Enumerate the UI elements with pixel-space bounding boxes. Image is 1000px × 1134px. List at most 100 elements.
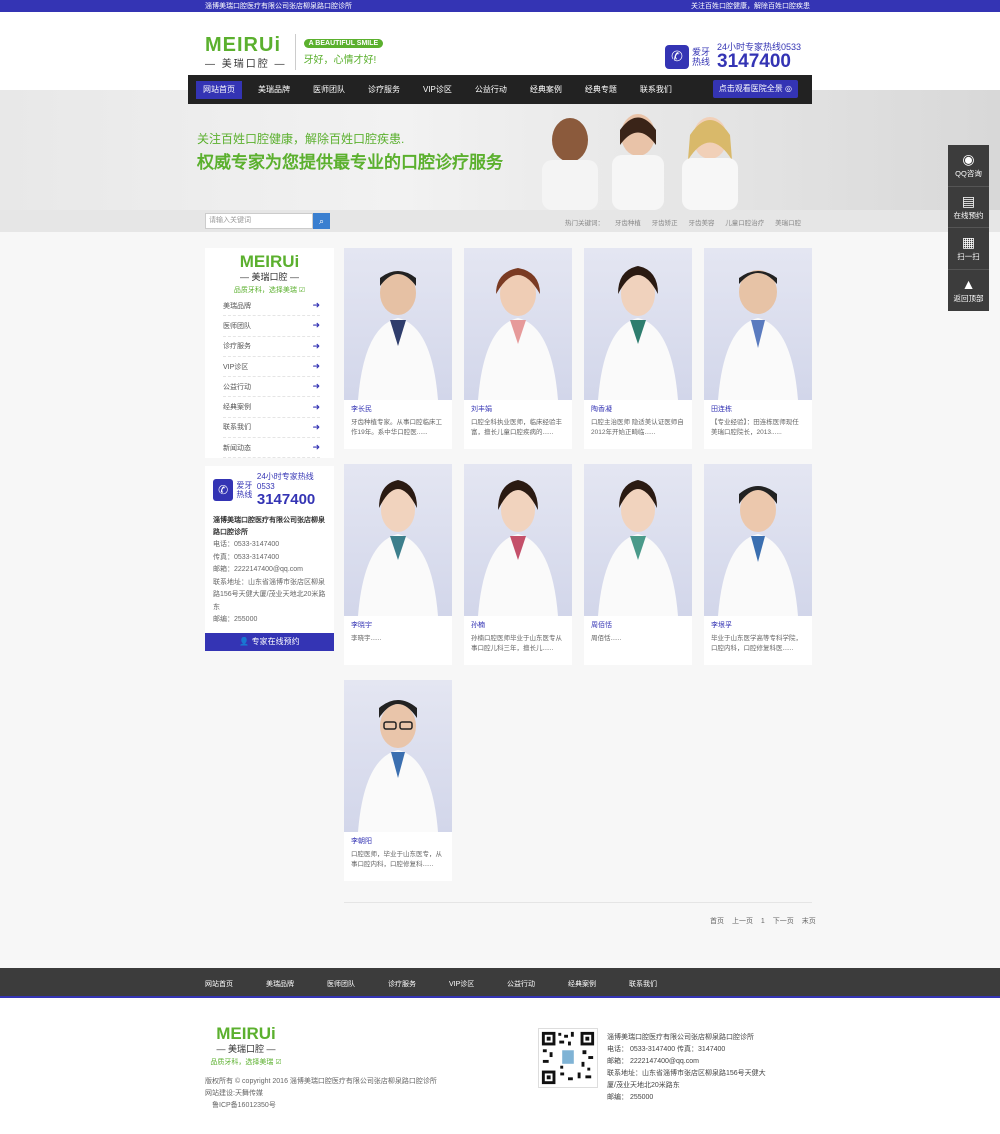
keyword-link[interactable]: 牙齿美容: [688, 220, 714, 227]
doctor-card[interactable]: 陶香凝 口腔主治医师 隐适美认证医师自2012年开始正畸临......: [584, 248, 692, 449]
qq-consult-button[interactable]: ◉ QQ咨询: [948, 145, 989, 187]
footer-nav-brand[interactable]: 美瑞品牌: [266, 979, 294, 989]
doctor-name[interactable]: 李垠孚: [704, 616, 812, 634]
nav-item-team[interactable]: 医师团队: [306, 81, 352, 99]
sidebar-item-charity[interactable]: 公益行动 ➜: [223, 377, 320, 398]
doctor-card[interactable]: 李长民 牙齿种植专家。从事口腔临床工作19年。系中华口腔医......: [344, 248, 452, 449]
doctor-card[interactable]: 刘丰娟 口腔全科执业医师，临床经验丰富，擅长儿童口腔疾病的......: [464, 248, 572, 449]
sidebar-fax: 传真：0533-3147400: [213, 553, 280, 561]
check-icon: ☑: [275, 1059, 282, 1066]
doctor-desc: 李晓宇......: [351, 635, 382, 642]
sidebar-item-service[interactable]: 诊疗服务 ➜: [223, 337, 320, 357]
online-booking-button[interactable]: ▤ 在线预约: [948, 187, 989, 228]
sidebar-item-cases[interactable]: 经典案例 ➜: [223, 397, 320, 418]
doctor-desc: 牙齿种植专家。从事口腔临床工作19年。系中华口腔医......: [351, 419, 442, 436]
doctor-name[interactable]: 陶香凝: [584, 400, 692, 418]
phone-icon: ✆: [665, 44, 689, 69]
nav-item-service[interactable]: 诊疗服务: [361, 81, 407, 99]
hot-keywords-label: 热门关键词：: [565, 220, 604, 227]
header: MEIRUi — 美瑞口腔 — A BEAUTIFUL SMILE 牙好，心情才…: [0, 12, 1000, 75]
arrow-right-icon: ➜: [312, 381, 320, 392]
doctor-photo: [584, 248, 692, 400]
expert-booking-button[interactable]: 👤 专家在线预约: [205, 632, 334, 651]
sidebar-item-contact[interactable]: 联系我们 ➜: [223, 418, 320, 439]
panorama-button[interactable]: 点击观看医院全景 ◎: [712, 80, 798, 98]
doctor-name[interactable]: 周佰恬: [584, 616, 692, 634]
sidebar-item-brand[interactable]: 美瑞品牌 ➜: [223, 296, 320, 317]
footer-nav-contact[interactable]: 联系我们: [629, 979, 657, 989]
pager-last[interactable]: 末页: [802, 918, 816, 925]
arrow-right-icon: ➜: [312, 442, 320, 453]
search-icon: ⌕: [318, 216, 325, 226]
search-bar: 请输入关键词 ⌕ 热门关键词： 牙齿种植 牙齿矫正 牙齿美容 儿童口腔治疗 美瑞…: [0, 210, 1000, 232]
qq-icon: ◉: [962, 151, 975, 167]
doctor-name[interactable]: 田连栋: [704, 400, 812, 418]
doctor-name[interactable]: 李朝阳: [344, 832, 452, 850]
logo-slogan: 牙好，心情才好!: [303, 54, 377, 66]
sidebar-hotline-title: 24小时专家热线0533: [256, 472, 314, 492]
keyword-link[interactable]: 牙齿矫正: [652, 220, 678, 227]
nav-item-brand[interactable]: 美瑞品牌: [251, 81, 297, 99]
icp-link[interactable]: 鲁ICP备16012350号: [205, 1100, 437, 1112]
banner-line2: 权威专家为您提供最专业的口腔诊疗服务: [197, 153, 503, 172]
top-bar: 淄博美瑞口腔医疗有限公司张店柳泉路口腔诊所 关注百姓口腔健康，解除百姓口腔疾患: [0, 0, 1000, 12]
nav-item-topics[interactable]: 经典专题: [578, 81, 624, 99]
copyright-text: 版权所有 © copyright 2016 淄博美瑞口腔医疗有限公司张店柳泉路口…: [205, 1078, 437, 1085]
check-icon: ☑: [298, 287, 306, 294]
sidebar-item-vip[interactable]: VIP诊区 ➜: [223, 357, 320, 378]
keyword-link[interactable]: 美瑞口腔: [775, 220, 801, 227]
footer-nav-charity[interactable]: 公益行动: [507, 979, 535, 989]
floating-toolbar: ◉ QQ咨询 ▤ 在线预约 ▦ 扫一扫 ▲ 返回顶部: [948, 145, 989, 311]
footer-logo-cn: — 美瑞口腔 —: [216, 1044, 276, 1054]
sidebar-slogan: 品质牙科，选择美瑞 ☑: [233, 287, 306, 294]
pager-current[interactable]: 1: [761, 918, 765, 925]
doctor-desc: 周佰恬......: [591, 635, 622, 642]
keyword-link[interactable]: 牙齿种植: [615, 220, 641, 227]
sidebar-item-news[interactable]: 新闻动态 ➜: [223, 438, 320, 459]
scan-qr-button[interactable]: ▦ 扫一扫: [948, 228, 989, 270]
footer-email: 邮箱： 2222147400@qq.com: [607, 1058, 699, 1065]
nav-item-cases[interactable]: 经典案例: [523, 81, 569, 99]
pager-prev[interactable]: 上一页: [732, 918, 753, 925]
doctor-desc: 口腔医师，毕业于山东医专，从事口腔内科，口腔修复科......: [351, 851, 442, 868]
nav-item-home[interactable]: 网站首页: [196, 80, 242, 99]
banner-line1: 关注百姓口腔健康，解除百姓口腔疾患.: [197, 132, 405, 146]
footer-nav-home[interactable]: 网站首页: [205, 979, 233, 989]
pager-next[interactable]: 下一页: [773, 918, 794, 925]
doctor-photo: [584, 464, 692, 616]
arrow-right-icon: ➜: [312, 361, 320, 372]
doctor-card[interactable]: 周佰恬 周佰恬......: [584, 464, 692, 665]
doctors-photo: [542, 114, 738, 210]
footer: MEIRUi — 美瑞口腔 — 品质牙科，选择美瑞 ☑ 版权所有 © copyr…: [0, 1000, 1000, 1134]
footer-nav-service[interactable]: 诊疗服务: [388, 979, 416, 989]
footer-nav-vip[interactable]: VIP诊区: [449, 979, 474, 989]
sidebar-postcode: 邮编：255000: [213, 616, 258, 624]
doctor-name[interactable]: 刘丰娟: [464, 400, 572, 418]
doctor-card[interactable]: 李垠孚 毕业于山东医学高等专科学院，口腔内科，口腔修复科医......: [704, 464, 812, 665]
doctor-card[interactable]: 李晓宇 李晓宇......: [344, 464, 452, 665]
back-to-top-button[interactable]: ▲ 返回顶部: [948, 270, 989, 312]
doctor-card[interactable]: 田连栋 【专业经验】：田连栋医师现任美瑞口腔院长，2013......: [704, 248, 812, 449]
main-nav: 网站首页 美瑞品牌 医师团队 诊疗服务 VIP诊区 公益行动 经典案例 经典专题…: [188, 75, 812, 104]
doctor-card[interactable]: 孙楠 孙楠口腔医师毕业于山东医专从事口腔儿科三年，擅长儿......: [464, 464, 572, 665]
pager-first[interactable]: 首页: [710, 918, 724, 925]
doctor-name[interactable]: 李晓宇: [344, 616, 452, 634]
search-button[interactable]: ⌕: [313, 213, 330, 229]
footer-nav-cases[interactable]: 经典案例: [568, 979, 596, 989]
nav-item-vip[interactable]: VIP诊区: [416, 81, 459, 99]
sidebar-item-team[interactable]: 医师团队 ➜: [223, 316, 320, 337]
footer-copyright: 版权所有 © copyright 2016 淄博美瑞口腔医疗有限公司张店柳泉路口…: [205, 1076, 437, 1112]
doctor-desc: 孙楠口腔医师毕业于山东医专从事口腔儿科三年，擅长儿......: [471, 635, 562, 652]
nav-item-contact[interactable]: 联系我们: [633, 81, 679, 99]
doctor-name[interactable]: 孙楠: [464, 616, 572, 634]
site-logo[interactable]: MEIRUi — 美瑞口腔 — A BEAUTIFUL SMILE 牙好，心情才…: [205, 34, 384, 70]
keyword-link[interactable]: 儿童口腔治疗: [725, 220, 764, 227]
search-input[interactable]: 请输入关键词: [205, 213, 313, 229]
doctor-name[interactable]: 李长民: [344, 400, 452, 418]
builder-link[interactable]: 网站建设:天舞传媒: [205, 1088, 437, 1100]
sidebar-company: 淄博美瑞口腔医疗有限公司张店柳泉路口腔诊所: [213, 517, 325, 537]
sidebar-logo: MEIRUi — 美瑞口腔 — 品质牙科，选择美瑞 ☑: [205, 248, 334, 296]
footer-nav-team[interactable]: 医师团队: [327, 979, 355, 989]
doctor-card[interactable]: 李朝阳 口腔医师，毕业于山东医专，从事口腔内科，口腔修复科......: [344, 680, 452, 881]
nav-item-charity[interactable]: 公益行动: [468, 81, 514, 99]
